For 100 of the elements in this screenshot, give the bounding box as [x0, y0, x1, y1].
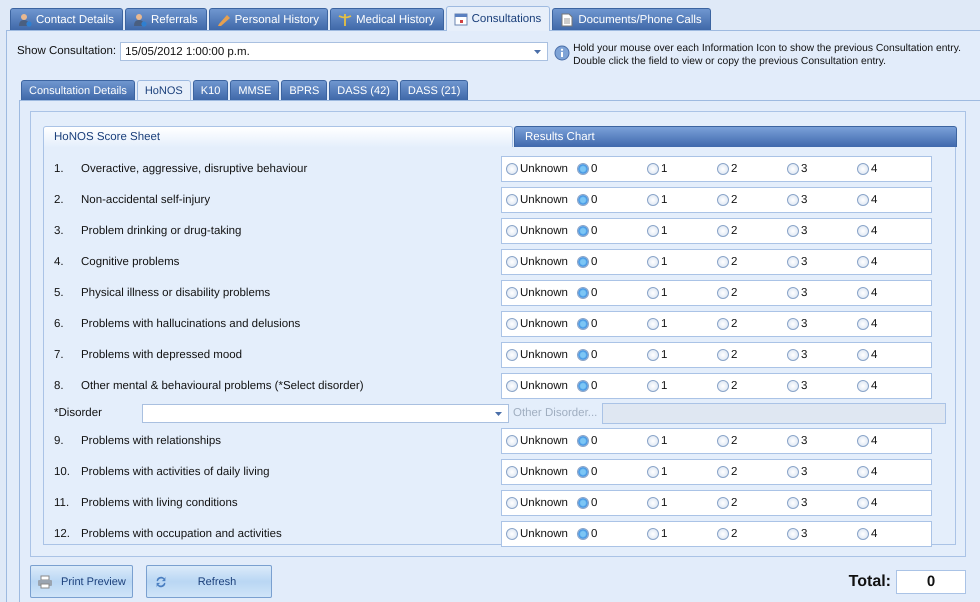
- score-radio[interactable]: Unknown: [506, 286, 577, 298]
- score-radio[interactable]: Unknown: [506, 496, 577, 508]
- score-radio[interactable]: 0: [577, 286, 647, 298]
- score-radio[interactable]: 3: [787, 528, 857, 540]
- score-radio[interactable]: Unknown: [506, 528, 577, 540]
- score-radio[interactable]: 4: [857, 528, 927, 540]
- score-radio[interactable]: Unknown: [506, 224, 577, 236]
- score-radio[interactable]: 1: [647, 194, 717, 206]
- group-tab[interactable]: Results Chart: [514, 126, 957, 147]
- score-radio[interactable]: 2: [717, 318, 787, 330]
- score-radio[interactable]: 1: [647, 528, 717, 540]
- item-label: Problems with relationships: [81, 434, 222, 446]
- sub-tab[interactable]: BPRS: [281, 80, 328, 100]
- score-radio[interactable]: 4: [857, 434, 927, 446]
- score-radio[interactable]: 2: [717, 496, 787, 508]
- score-radio[interactable]: 3: [787, 380, 857, 392]
- score-radio[interactable]: 1: [647, 466, 717, 478]
- main-tab[interactable]: Medical History: [330, 8, 444, 30]
- refresh-button[interactable]: Refresh: [146, 565, 272, 598]
- main-tab[interactable]: Personal History: [208, 8, 328, 30]
- score-radio[interactable]: Unknown: [506, 380, 577, 392]
- score-radio[interactable]: 4: [857, 224, 927, 236]
- score-radio[interactable]: 4: [857, 318, 927, 330]
- item-number: 1.: [53, 162, 65, 174]
- total-value-field: 0: [896, 570, 966, 594]
- sub-tab[interactable]: DASS (42): [329, 80, 398, 100]
- sub-tab[interactable]: Consultation Details: [21, 80, 135, 100]
- score-radio[interactable]: 3: [787, 162, 857, 174]
- item-number: 2.: [53, 194, 65, 206]
- score-radio[interactable]: 2: [717, 194, 787, 206]
- score-radio[interactable]: 4: [857, 380, 927, 392]
- consultation-dropdown[interactable]: 15/05/2012 1:00:00 p.m.: [120, 42, 548, 61]
- score-radio[interactable]: Unknown: [506, 318, 577, 330]
- print-preview-button[interactable]: Print Preview: [30, 565, 133, 598]
- score-radio[interactable]: 3: [787, 496, 857, 508]
- score-radio[interactable]: 2: [717, 162, 787, 174]
- sub-tab[interactable]: DASS (21): [400, 80, 468, 100]
- score-radio[interactable]: 1: [647, 256, 717, 268]
- item-number: 11.: [53, 496, 70, 508]
- item-number: 8.: [53, 380, 65, 392]
- score-radio[interactable]: 0: [577, 224, 647, 236]
- score-radio[interactable]: 4: [857, 286, 927, 298]
- score-radio[interactable]: 3: [787, 194, 857, 206]
- score-radio[interactable]: 0: [577, 380, 647, 392]
- score-radio[interactable]: 1: [647, 496, 717, 508]
- score-radio[interactable]: 1: [647, 434, 717, 446]
- score-radio[interactable]: 0: [577, 162, 647, 174]
- score-radio[interactable]: Unknown: [506, 194, 577, 206]
- score-radio[interactable]: 0: [577, 256, 647, 268]
- score-radio[interactable]: 3: [787, 466, 857, 478]
- score-radio[interactable]: 1: [647, 286, 717, 298]
- score-radio[interactable]: 0: [577, 496, 647, 508]
- score-radio[interactable]: 3: [787, 224, 857, 236]
- score-radio[interactable]: 3: [787, 256, 857, 268]
- score-radio[interactable]: 4: [857, 466, 927, 478]
- main-tab[interactable]: Consultations: [446, 6, 550, 31]
- score-radio[interactable]: 1: [647, 380, 717, 392]
- score-radio[interactable]: 0: [577, 466, 647, 478]
- score-radio[interactable]: 4: [857, 194, 927, 206]
- score-radio[interactable]: Unknown: [506, 256, 577, 268]
- score-radio[interactable]: 2: [717, 286, 787, 298]
- sub-tab[interactable]: MMSE: [230, 80, 280, 100]
- sub-tab[interactable]: HoNOS: [136, 80, 191, 100]
- score-radio[interactable]: 0: [577, 194, 647, 206]
- score-radio[interactable]: 2: [717, 348, 787, 360]
- score-radio[interactable]: Unknown: [506, 434, 577, 446]
- score-radio[interactable]: 3: [787, 434, 857, 446]
- item-label: Problems with living conditions: [81, 496, 239, 508]
- score-radio[interactable]: 2: [717, 528, 787, 540]
- score-radio[interactable]: 1: [647, 348, 717, 360]
- group-tab[interactable]: HoNOS Score Sheet: [43, 126, 513, 147]
- score-radio[interactable]: 2: [717, 434, 787, 446]
- score-radio[interactable]: 4: [857, 162, 927, 174]
- score-radio[interactable]: 1: [647, 162, 717, 174]
- score-radio[interactable]: 2: [717, 224, 787, 236]
- score-radio[interactable]: 0: [577, 434, 647, 446]
- score-radio[interactable]: 0: [577, 348, 647, 360]
- sub-tab[interactable]: K10: [192, 80, 228, 100]
- main-tab[interactable]: Referrals: [124, 8, 207, 30]
- main-tab[interactable]: Documents/Phone Calls: [552, 8, 711, 30]
- score-radio[interactable]: 0: [577, 318, 647, 330]
- score-radio[interactable]: 2: [717, 380, 787, 392]
- score-radio[interactable]: 2: [717, 256, 787, 268]
- score-radio[interactable]: 4: [857, 348, 927, 360]
- score-radio[interactable]: Unknown: [506, 466, 577, 478]
- score-radio[interactable]: 3: [787, 286, 857, 298]
- info-text: Double click the field to view or copy the previous Consultation entry.: [573, 55, 887, 68]
- main-tab[interactable]: Contact Details: [10, 8, 123, 30]
- total-label: Total:: [848, 572, 891, 590]
- score-radio[interactable]: 1: [647, 318, 717, 330]
- score-radio[interactable]: 1: [647, 224, 717, 236]
- score-radio[interactable]: 0: [577, 528, 647, 540]
- score-radio[interactable]: 3: [787, 318, 857, 330]
- score-radio[interactable]: 4: [857, 256, 927, 268]
- item-number: 4.: [53, 256, 65, 268]
- score-radio[interactable]: Unknown: [506, 162, 577, 174]
- score-radio[interactable]: 3: [787, 348, 857, 360]
- score-radio[interactable]: 4: [857, 496, 927, 508]
- score-radio[interactable]: Unknown: [506, 348, 577, 360]
- score-radio[interactable]: 2: [717, 466, 787, 478]
